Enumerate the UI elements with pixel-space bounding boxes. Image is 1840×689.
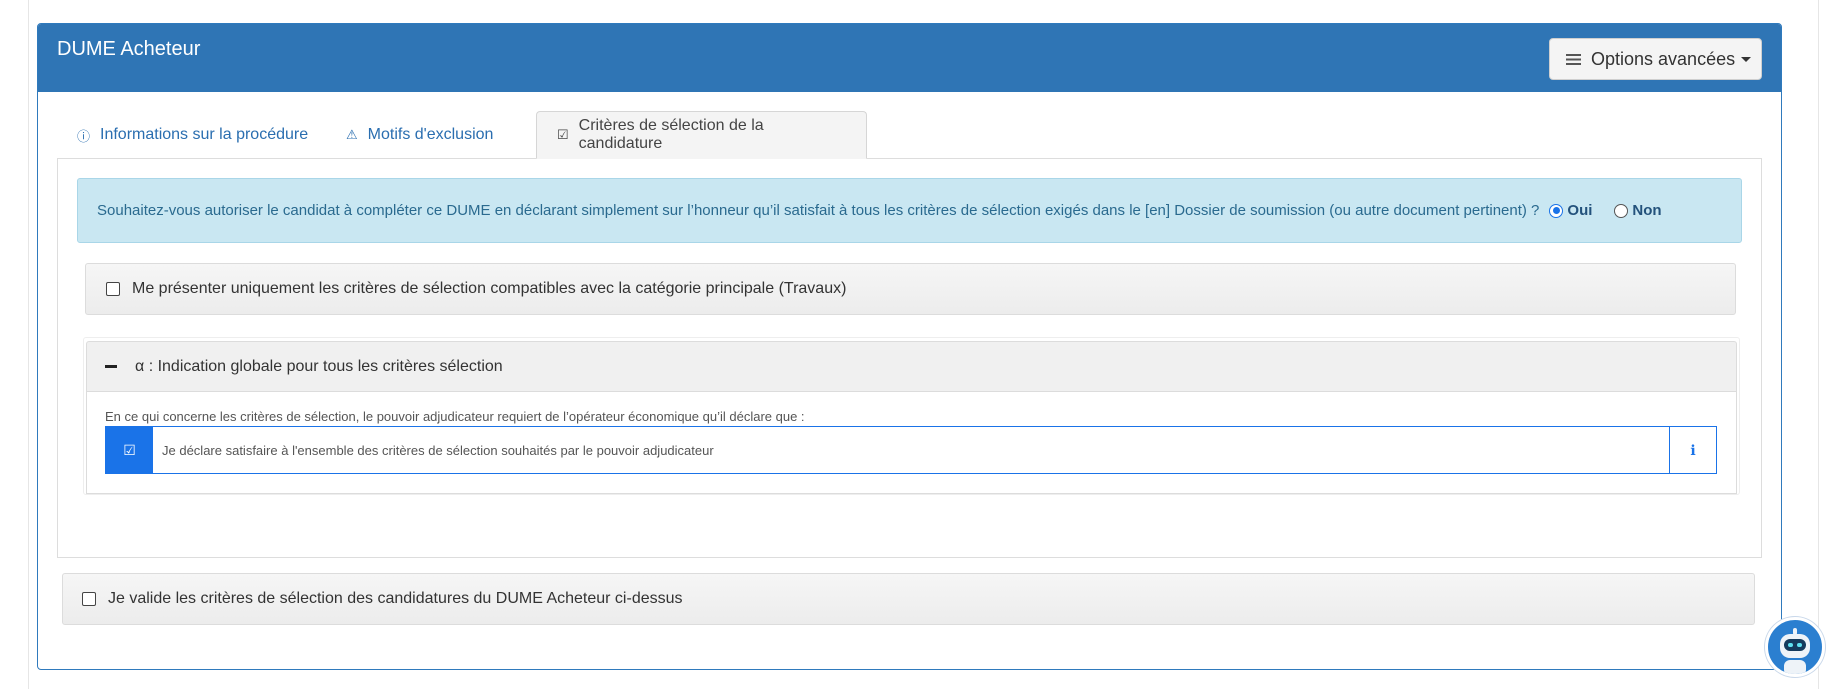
checkbox-icon: ☑ [557,127,569,142]
info-icon[interactable]: ℹ [1669,427,1716,473]
collapse-minus-icon[interactable] [105,365,117,368]
alert-question: Souhaitez-vous autoriser le candidat à c… [97,202,1540,219]
criterion-statement-row: ☑ Je déclare satisfaire à l'ensemble des… [105,426,1717,474]
info-icon: ⓘ [77,128,91,144]
tab-criteres-selection[interactable]: ☑ Critères de sélection de la candidatur… [536,111,867,159]
panel-heading: DUME Acheteur Options avancées [38,24,1781,92]
declaration-alert: Souhaitez-vous autoriser le candidat à c… [77,178,1742,243]
validate-label: Je valide les critères de sélection des … [108,590,683,607]
radio-oui[interactable]: Oui [1549,202,1592,219]
criterion-statement: Je déclare satisfaire à l'ensemble des c… [162,442,714,458]
options-avancees-label: Options avancées [1591,48,1736,69]
radio-non-input[interactable] [1614,203,1629,218]
tab-motifs-exclusion[interactable]: ⚠ Motifs d'exclusion [326,111,513,159]
tab-label: Critères de sélection de la candidature [578,117,764,152]
validate-checkbox[interactable] [82,592,96,606]
validate-criteria-bar[interactable]: Je valide les critères de sélection des … [62,573,1755,625]
chatbot-robot-icon[interactable] [1765,617,1825,677]
radio-non[interactable]: Non [1614,202,1662,219]
tab-content: Souhaitez-vous autoriser le candidat à c… [57,159,1762,558]
criterion-description: En ce qui concerne les critères de sélec… [105,409,805,424]
menu-icon [1566,53,1581,65]
warning-icon: ⚠ [346,127,358,142]
criterion-body: En ce qui concerne les critères de sélec… [86,392,1737,494]
options-avancees-button[interactable]: Options avancées [1549,38,1762,80]
tab-label: Motifs d'exclusion [367,126,494,143]
filter-categorie-principale[interactable]: Me présenter uniquement les critères de … [85,263,1736,315]
criterion-block: α : Indication globale pour tous les cri… [83,337,1740,495]
filter-checkbox[interactable] [106,282,120,296]
robot-body [1784,660,1806,674]
criterion-title: α : Indication globale pour tous les cri… [135,357,503,375]
tab-bar: ⓘ Informations sur la procédure ⚠ Motifs… [57,111,1762,159]
panel-title: DUME Acheteur [57,38,201,60]
filter-label: Me présenter uniquement les critères de … [132,280,847,297]
tab-informations-procedure[interactable]: ⓘ Informations sur la procédure [57,111,328,159]
tab-label: Informations sur la procédure [100,126,309,143]
robot-eye-right [1797,643,1802,647]
page-right-rule [1818,0,1819,689]
criterion-header[interactable]: α : Indication globale pour tous les cri… [86,341,1737,392]
radio-non-label: Non [1632,202,1662,219]
page-left-rule [28,0,29,689]
robot-eye-left [1788,643,1793,647]
dume-acheteur-panel: DUME Acheteur Options avancées ⓘ Informa… [37,23,1782,670]
radio-oui-label: Oui [1567,202,1593,219]
caret-down-icon [1741,56,1752,62]
checked-checkbox-icon[interactable]: ☑ [106,427,153,473]
radio-oui-input[interactable] [1549,203,1564,218]
